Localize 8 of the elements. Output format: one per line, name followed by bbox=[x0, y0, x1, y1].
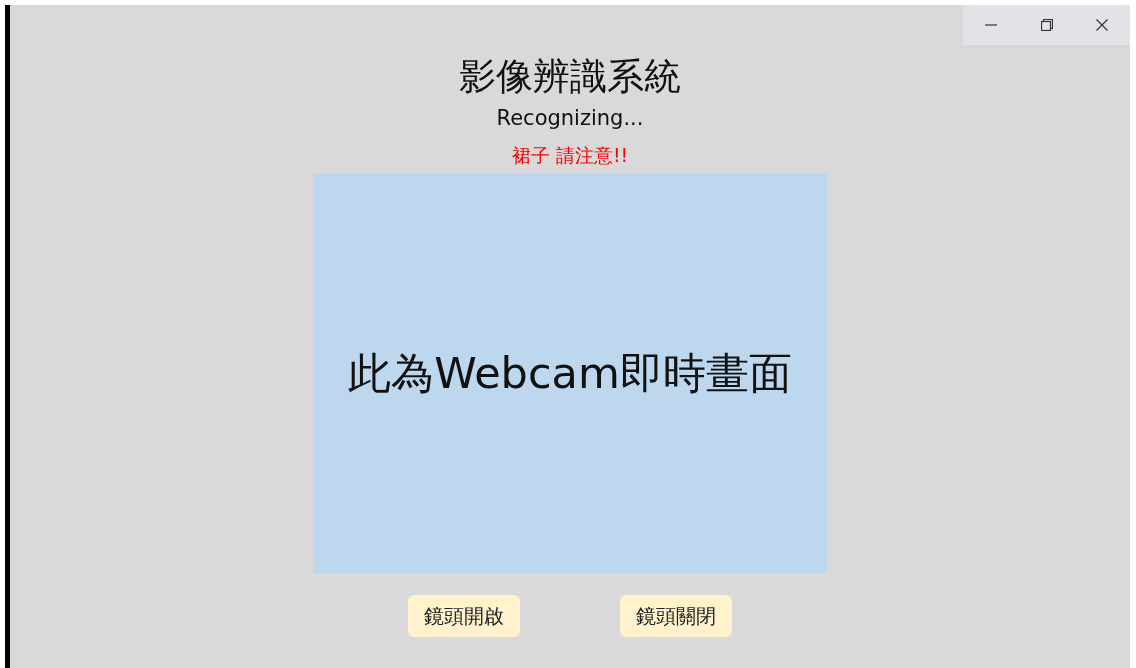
webcam-panel: 此為Webcam即時畫面 bbox=[313, 173, 827, 574]
close-icon bbox=[1096, 19, 1109, 31]
camera-button[interactable]: 鏡頭關閉 bbox=[620, 595, 732, 638]
alert-text: 裙子 請注意!! bbox=[511, 142, 629, 168]
status-text: Recognizing... bbox=[496, 105, 644, 133]
app-title: 影像辨識系統 bbox=[459, 55, 681, 100]
restore-icon bbox=[1040, 19, 1053, 31]
camera-button[interactable]: 鏡頭開啟 bbox=[408, 595, 520, 638]
